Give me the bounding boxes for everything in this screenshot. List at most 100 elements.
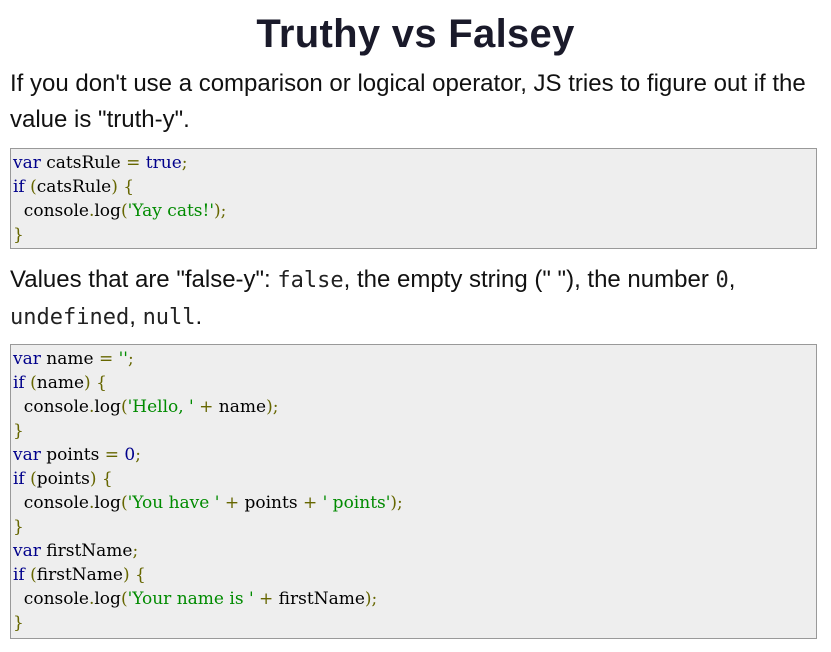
code-token: )	[84, 373, 91, 393]
code-token: ;	[132, 541, 139, 561]
code-token: points	[239, 493, 303, 513]
code-token: {	[123, 177, 135, 197]
code-token: (	[120, 589, 128, 609]
code-token: points	[36, 469, 90, 489]
slide-title: Truthy vs Falsey	[256, 12, 575, 56]
code-token: console	[13, 493, 89, 513]
code-false: false	[277, 268, 344, 293]
code-line: var name = '';	[13, 347, 816, 371]
code-token: log	[94, 493, 121, 513]
code-line: }	[13, 611, 816, 635]
code-token: =	[98, 349, 114, 369]
code-zero: 0	[715, 268, 729, 293]
code-token: if	[13, 565, 25, 585]
code-block-truthy: var catsRule = true; if (catsRule) { cons…	[10, 148, 817, 249]
code-token: catsRule	[40, 153, 127, 173]
code-token: );	[266, 397, 279, 417]
code-token: );	[390, 493, 403, 513]
code-token: name	[36, 373, 85, 393]
intro-paragraph: If you don't use a comparison or logical…	[10, 70, 806, 133]
code-token: );	[364, 589, 378, 609]
falsey-mid: , the empty string (" "), the number	[343, 266, 716, 293]
falsey-prefix: Values that are "false-y":	[10, 266, 278, 293]
code-token: {	[135, 565, 146, 585]
slide: Truthy vs Falsey If you don't use a comp…	[0, 0, 831, 652]
code-token: +	[259, 589, 274, 609]
code-line: if (points) {	[13, 467, 816, 491]
code-undefined: undefined	[10, 305, 130, 330]
code-token: log	[94, 397, 121, 417]
code-token: 'Hello, '	[127, 397, 194, 417]
falsey-paragraph: Values that are "false-y": false, the em…	[10, 262, 815, 336]
code-token: name	[40, 349, 99, 369]
code-token: 0	[124, 445, 136, 465]
code-token: }	[13, 421, 24, 441]
code-token: console	[13, 201, 89, 221]
code-token: var	[13, 349, 41, 369]
code-token: var	[13, 445, 41, 465]
code-line: console.log('Your name is ' + firstName)…	[13, 587, 816, 611]
code-token: var	[13, 153, 41, 173]
code-line: if (name) {	[13, 371, 816, 395]
code-token: points	[40, 445, 105, 465]
code-line: }	[13, 419, 816, 443]
code-token: =	[104, 445, 119, 465]
code-token: =	[126, 153, 141, 173]
code-token: ''	[118, 349, 128, 369]
falsey-sep1: ,	[728, 266, 736, 293]
code-token: 'You have '	[127, 493, 220, 513]
code-token: ;	[127, 349, 134, 369]
code-token: firstName	[273, 589, 365, 609]
code-token: true	[145, 153, 182, 173]
code-token: {	[96, 373, 107, 393]
code-token: name	[213, 397, 267, 417]
code-line: var catsRule = true;	[13, 151, 816, 175]
code-null: null	[142, 305, 196, 330]
code-token: if	[13, 177, 25, 197]
code-token: ' points'	[322, 493, 391, 513]
code-token: if	[13, 373, 25, 393]
code-line: if (catsRule) {	[13, 175, 816, 199]
code-token: +	[302, 493, 318, 513]
code-token: ;	[135, 445, 141, 465]
code-token: 'Your name is '	[127, 589, 254, 609]
code-line: var points = 0;	[13, 443, 816, 467]
code-token: (	[30, 469, 37, 489]
code-token: 'Yay cats!'	[127, 201, 215, 221]
code-line: var firstName;	[13, 539, 816, 563]
code-line: console.log('You have ' + points + ' poi…	[13, 491, 816, 515]
falsey-end: .	[195, 303, 203, 330]
code-token: ;	[181, 153, 188, 173]
code-token: (	[120, 493, 128, 513]
code-token: console	[13, 589, 89, 609]
code-token: {	[101, 469, 113, 489]
code-line: console.log('Yay cats!');	[13, 199, 816, 223]
code-token: firstName	[36, 565, 123, 585]
code-token: firstName	[40, 541, 133, 561]
code-token: (	[30, 373, 37, 393]
code-token: +	[199, 397, 214, 417]
code-block-falsey: var name = ''; if (name) { console.log('H…	[10, 344, 817, 639]
code-token: catsRule	[36, 177, 112, 197]
code-line: }	[13, 223, 816, 247]
code-token: }	[13, 517, 24, 537]
code-token: log	[94, 589, 121, 609]
code-line: }	[13, 515, 816, 539]
code-token: }	[13, 225, 24, 245]
code-token: )	[111, 177, 118, 197]
code-token: (	[120, 397, 128, 417]
code-token: (	[30, 177, 37, 197]
code-token: +	[224, 493, 240, 513]
code-token: log	[94, 201, 121, 221]
code-token: console	[13, 397, 89, 417]
code-token: )	[123, 565, 130, 585]
code-token: }	[13, 613, 24, 633]
code-token: );	[214, 201, 227, 221]
code-token: (	[30, 565, 37, 585]
code-token: (	[120, 201, 128, 221]
code-token: if	[13, 469, 25, 489]
code-line: if (firstName) {	[13, 563, 816, 587]
code-line: console.log('Hello, ' + name);	[13, 395, 816, 419]
code-token: var	[13, 541, 41, 561]
falsey-sep2: ,	[129, 303, 143, 330]
